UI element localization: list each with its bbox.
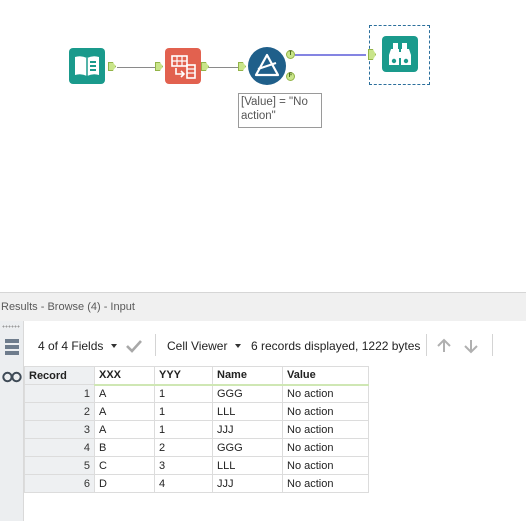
checkmark-icon[interactable] (124, 337, 144, 355)
cell-xxx[interactable]: A (94, 384, 155, 403)
input-output-anchor[interactable] (108, 62, 116, 71)
browse-tool[interactable] (382, 36, 418, 72)
cell-value[interactable]: No action (282, 420, 369, 439)
filter-tool[interactable] (248, 47, 286, 85)
record-number: 5 (24, 456, 95, 475)
table-row[interactable]: 1 A 1 GGG No action (24, 384, 369, 403)
table-row[interactable]: 6 D 4 JJJ No action (24, 474, 369, 493)
column-header-value[interactable]: Value (282, 366, 369, 386)
record-number: 6 (24, 474, 95, 493)
cell-name[interactable]: LLL (212, 402, 283, 421)
cell-name[interactable]: GGG (212, 438, 283, 457)
filter-triangle-icon (254, 53, 280, 77)
connection-filter-true-to-browse[interactable] (294, 50, 370, 60)
table-row[interactable]: 3 A 1 JJJ No action (24, 420, 369, 439)
table-row[interactable]: 5 C 3 LLL No action (24, 456, 369, 475)
workflow-canvas[interactable]: T F [Value] = "No action" (0, 0, 526, 292)
data-view-button[interactable] (1, 336, 23, 358)
cell-yyy[interactable]: 1 (154, 384, 213, 403)
cell-value[interactable]: No action (282, 402, 369, 421)
cell-yyy[interactable]: 1 (154, 402, 213, 421)
cell-xxx[interactable]: D (94, 474, 155, 493)
column-header-xxx[interactable]: XXX (94, 366, 155, 386)
record-number: 3 (24, 420, 95, 439)
records-summary: 6 records displayed, 1222 bytes (251, 339, 421, 353)
cell-viewer-selector[interactable]: Cell Viewer (167, 339, 227, 353)
input-tool[interactable] (69, 48, 105, 84)
cell-yyy[interactable]: 3 (154, 456, 213, 475)
cell-xxx[interactable]: A (94, 402, 155, 421)
results-grid[interactable]: Record XXX YYY Name Value 1 A 1 GGG No a… (24, 366, 369, 493)
filter-input-anchor[interactable] (238, 62, 246, 71)
toolbar-divider (155, 334, 156, 356)
transpose-icon (171, 55, 196, 79)
toolbar-divider (492, 334, 493, 356)
column-header-yyy[interactable]: YYY (154, 366, 213, 386)
column-header-record[interactable]: Record (24, 366, 95, 385)
record-number: 2 (24, 402, 95, 421)
cell-xxx[interactable]: C (94, 456, 155, 475)
table-rows-icon (5, 339, 19, 355)
arrow-up-icon[interactable] (434, 336, 454, 356)
cell-viewer-dropdown-caret-icon[interactable] (235, 344, 241, 348)
transpose-output-anchor[interactable] (201, 62, 209, 71)
cell-name[interactable]: JJJ (212, 420, 283, 439)
cell-value[interactable]: No action (282, 438, 369, 457)
fields-dropdown-caret-icon[interactable] (111, 344, 117, 348)
binoculars-icon (389, 43, 411, 65)
browse-view-button[interactable] (1, 365, 23, 387)
cell-value[interactable]: No action (282, 474, 369, 493)
filter-true-anchor[interactable]: T (286, 50, 295, 59)
table-row[interactable]: 4 B 2 GGG No action (24, 438, 369, 457)
cell-yyy[interactable]: 2 (154, 438, 213, 457)
results-toolbar: 4 of 4 Fields Cell Viewer 6 records disp… (24, 329, 526, 363)
grid-header-row: Record XXX YYY Name Value (24, 366, 369, 386)
results-panel-title: Results - Browse (4) - Input (0, 292, 526, 321)
toolbar-divider (426, 334, 427, 356)
column-header-name[interactable]: Name (212, 366, 283, 386)
record-number: 4 (24, 438, 95, 457)
cell-name[interactable]: GGG (212, 384, 283, 403)
fields-selector[interactable]: 4 of 4 Fields (38, 339, 103, 353)
transpose-input-anchor[interactable] (155, 62, 163, 71)
results-side-strip (0, 321, 24, 521)
cell-value[interactable]: No action (282, 384, 369, 403)
filter-annotation: [Value] = "No action" (238, 93, 322, 128)
cell-yyy[interactable]: 4 (154, 474, 213, 493)
cell-yyy[interactable]: 1 (154, 420, 213, 439)
results-panel: 4 of 4 Fields Cell Viewer 6 records disp… (0, 321, 526, 521)
filter-false-anchor[interactable]: F (286, 72, 295, 81)
cell-name[interactable]: JJJ (212, 474, 283, 493)
table-row[interactable]: 2 A 1 LLL No action (24, 402, 369, 421)
record-number: 1 (24, 384, 95, 403)
cell-xxx[interactable]: A (94, 420, 155, 439)
arrow-down-icon[interactable] (461, 336, 481, 356)
book-icon (75, 56, 99, 76)
transpose-tool[interactable] (165, 48, 201, 84)
cell-name[interactable]: LLL (212, 456, 283, 475)
binoculars-icon (2, 371, 22, 383)
cell-value[interactable]: No action (282, 456, 369, 475)
panel-grip-handle[interactable] (2, 325, 20, 328)
connection-input-to-transpose[interactable] (117, 67, 158, 68)
cell-xxx[interactable]: B (94, 438, 155, 457)
